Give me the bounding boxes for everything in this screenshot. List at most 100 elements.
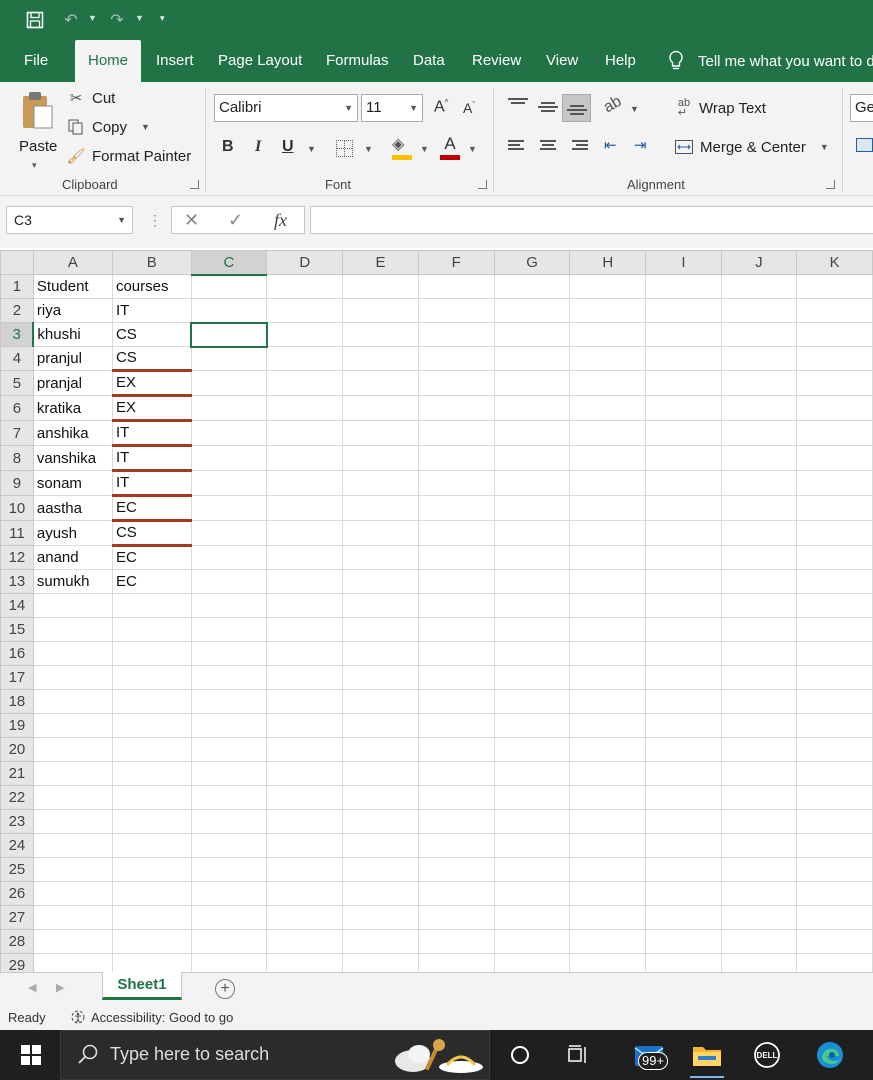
row-header[interactable]: 15 [0, 617, 34, 642]
cell-b8[interactable]: IT [111, 445, 192, 472]
tab-file[interactable]: File [24, 40, 48, 82]
cell-j28[interactable] [720, 929, 798, 954]
cell-j13[interactable] [720, 569, 798, 594]
cell-g5[interactable] [493, 370, 571, 396]
cell-f26[interactable] [417, 881, 495, 906]
row-header[interactable]: 16 [0, 641, 34, 666]
cell-b21[interactable] [111, 761, 192, 786]
row-header[interactable]: 21 [0, 761, 34, 786]
cell-h20[interactable] [569, 737, 647, 762]
cell-k1[interactable] [796, 274, 873, 299]
row-header[interactable]: 6 [0, 395, 34, 421]
cell-a1[interactable]: Student [32, 274, 113, 299]
cell-f13[interactable] [417, 569, 495, 594]
font-name-select[interactable]: Calibri ▼ [214, 94, 358, 122]
cell-e24[interactable] [342, 833, 419, 858]
cell-c14[interactable] [190, 593, 268, 618]
cell-i16[interactable] [645, 641, 722, 666]
underline-dropdown-icon[interactable]: ▼ [307, 144, 316, 154]
cell-e19[interactable] [342, 713, 419, 738]
cell-d21[interactable] [266, 761, 344, 786]
cell-f22[interactable] [417, 785, 495, 810]
cell-a23[interactable] [32, 809, 113, 834]
cell-i23[interactable] [645, 809, 722, 834]
cell-i12[interactable] [645, 545, 722, 570]
cell-b16[interactable] [111, 641, 192, 666]
cell-f25[interactable] [417, 857, 495, 882]
cell-e1[interactable] [342, 274, 419, 299]
cell-j27[interactable] [720, 905, 798, 930]
cell-d28[interactable] [266, 929, 344, 954]
cell-g19[interactable] [493, 713, 571, 738]
cell-h6[interactable] [569, 395, 647, 421]
cell-d12[interactable] [266, 545, 344, 570]
merge-dropdown-icon[interactable]: ▼ [820, 142, 829, 152]
redo-icon[interactable]: ↷ [106, 9, 128, 31]
cell-c16[interactable] [190, 641, 268, 666]
mail-icon[interactable]: 99+ [626, 1040, 674, 1070]
column-header-b[interactable]: B [111, 250, 192, 275]
cell-k5[interactable] [796, 370, 873, 396]
cell-f19[interactable] [417, 713, 495, 738]
font-color-icon[interactable]: A [440, 134, 460, 160]
increase-font-size-icon[interactable]: A^ [434, 98, 448, 116]
cell-i2[interactable] [645, 298, 722, 323]
cell-c29[interactable] [190, 953, 268, 972]
cell-b6[interactable]: EX [111, 395, 192, 422]
cell-j24[interactable] [720, 833, 798, 858]
cancel-icon[interactable]: ✕ [184, 210, 199, 231]
cell-c20[interactable] [190, 737, 268, 762]
cell-g16[interactable] [493, 641, 571, 666]
row-header[interactable]: 27 [0, 905, 34, 930]
cell-g21[interactable] [493, 761, 571, 786]
cell-b10[interactable]: EC [111, 495, 192, 522]
undo-icon[interactable]: ↶ [60, 9, 82, 31]
cell-f7[interactable] [417, 420, 495, 446]
cell-d5[interactable] [266, 370, 344, 396]
cell-j5[interactable] [720, 370, 798, 396]
cell-e23[interactable] [342, 809, 419, 834]
cell-f29[interactable] [417, 953, 495, 972]
row-header[interactable]: 9 [0, 470, 34, 496]
worksheet-grid[interactable]: ABCDEFGHIJK 1 Student courses 2 riya IT 3 khush… [0, 250, 873, 972]
cell-h1[interactable] [569, 274, 647, 299]
cell-g3[interactable] [493, 322, 571, 347]
cell-f27[interactable] [417, 905, 495, 930]
format-painter-button[interactable]: 🖌 Format Painter [66, 146, 191, 166]
tab-insert[interactable]: Insert [156, 40, 194, 82]
column-header-g[interactable]: G [493, 250, 571, 275]
cell-e28[interactable] [342, 929, 419, 954]
cell-h7[interactable] [569, 420, 647, 446]
cell-a29[interactable] [32, 953, 113, 972]
cell-h29[interactable] [569, 953, 647, 972]
cell-a11[interactable]: ayush [32, 520, 113, 546]
cell-c2[interactable] [190, 298, 268, 323]
cell-j10[interactable] [720, 495, 798, 521]
cell-j23[interactable] [720, 809, 798, 834]
row-header[interactable]: 20 [0, 737, 34, 762]
customize-qat-icon[interactable]: ▾ [160, 13, 165, 24]
cell-h26[interactable] [569, 881, 647, 906]
cell-f23[interactable] [417, 809, 495, 834]
cell-a2[interactable]: riya [32, 298, 113, 323]
column-header-k[interactable]: K [796, 250, 873, 275]
cell-a16[interactable] [32, 641, 113, 666]
cell-j8[interactable] [720, 445, 798, 471]
merge-center-button[interactable]: Merge & Center ▼ [674, 137, 829, 157]
cell-j17[interactable] [720, 665, 798, 690]
cell-b15[interactable] [111, 617, 192, 642]
cell-k19[interactable] [796, 713, 873, 738]
cell-f18[interactable] [417, 689, 495, 714]
fill-color-icon[interactable]: ◈ [392, 136, 412, 160]
cell-c17[interactable] [190, 665, 268, 690]
cell-k14[interactable] [796, 593, 873, 618]
cell-j26[interactable] [720, 881, 798, 906]
dell-icon[interactable]: DELL [752, 1040, 782, 1070]
cell-i27[interactable] [645, 905, 722, 930]
cell-h3[interactable] [569, 322, 647, 347]
cell-a24[interactable] [32, 833, 113, 858]
cell-f5[interactable] [417, 370, 495, 396]
cell-j16[interactable] [720, 641, 798, 666]
cell-d20[interactable] [266, 737, 344, 762]
cell-j9[interactable] [720, 470, 798, 496]
